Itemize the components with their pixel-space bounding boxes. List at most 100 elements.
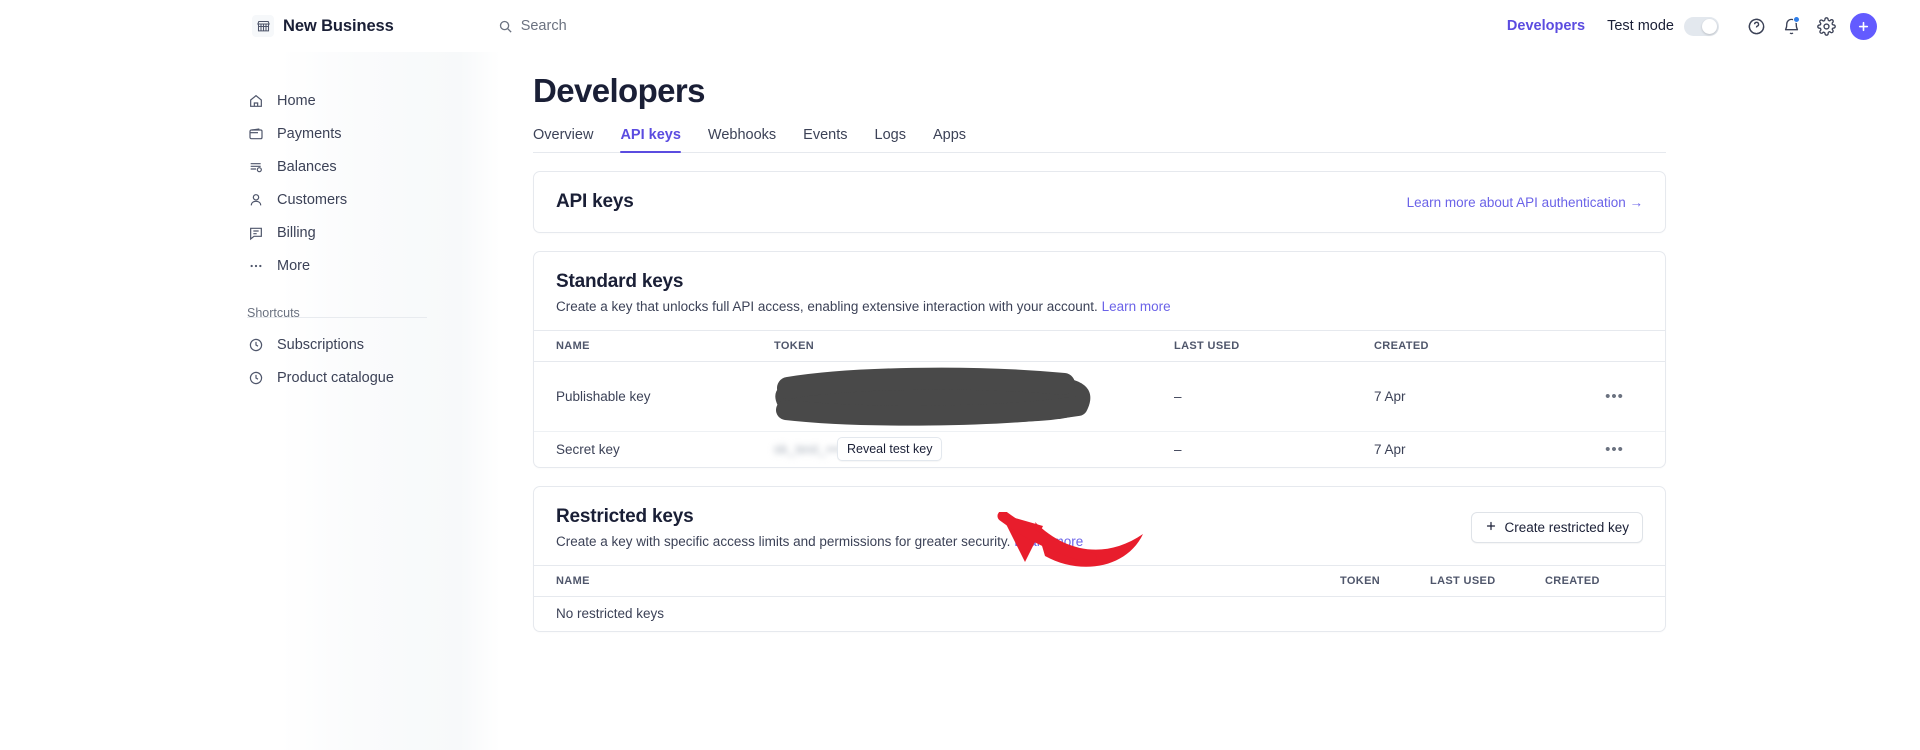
standard-keys-learn-more-link[interactable]: Learn more bbox=[1102, 299, 1171, 314]
sidebar-item-label: Billing bbox=[277, 224, 316, 241]
help-icon[interactable] bbox=[1741, 11, 1771, 41]
key-name: Publishable key bbox=[534, 361, 774, 432]
settings-icon[interactable] bbox=[1811, 11, 1841, 41]
column-header-actions bbox=[1564, 330, 1665, 362]
sidebar-item-customers[interactable]: Customers bbox=[247, 183, 427, 216]
standard-keys-title: Standard keys bbox=[556, 271, 684, 292]
standard-keys-card: Standard keys Create a key that unlocks … bbox=[533, 251, 1666, 468]
test-mode-toggle[interactable] bbox=[1684, 16, 1719, 36]
tab-apps[interactable]: Apps bbox=[933, 127, 966, 152]
top-bar: New Business Search Developers Test mode bbox=[0, 0, 1920, 52]
key-last-used: – bbox=[1174, 441, 1182, 457]
key-created: 7 Apr bbox=[1374, 361, 1564, 432]
sidebar-item-label: Product catalogue bbox=[277, 369, 394, 386]
tab-api-keys[interactable]: API keys bbox=[620, 127, 682, 153]
sidebar-shortcuts: Subscriptions Product catalogue bbox=[0, 328, 500, 394]
sidebar-item-label: Balances bbox=[277, 158, 337, 175]
sidebar-item-label: Home bbox=[277, 92, 316, 109]
row-actions-menu[interactable]: ••• bbox=[1564, 361, 1665, 432]
add-button[interactable] bbox=[1850, 12, 1877, 40]
sidebar-item-balances[interactable]: Balances bbox=[247, 150, 427, 183]
restricted-keys-description-text: Create a key with specific access limits… bbox=[556, 533, 1011, 549]
search-placeholder: Search bbox=[520, 18, 567, 34]
test-mode-label: Test mode bbox=[1607, 18, 1674, 34]
person-icon bbox=[247, 191, 265, 209]
balances-icon bbox=[247, 158, 265, 176]
sidebar-item-label: Subscriptions bbox=[277, 336, 365, 353]
sidebar-item-product-catalogue[interactable]: Product catalogue bbox=[247, 361, 427, 394]
column-header-name: NAME bbox=[534, 330, 774, 362]
create-restricted-key-button[interactable]: Create restricted key bbox=[1471, 511, 1643, 543]
black-redaction-scribble bbox=[775, 367, 1091, 426]
sidebar-item-more[interactable]: More bbox=[247, 249, 427, 282]
tab-bar: Overview API keys Webhooks Events Logs A… bbox=[533, 121, 1666, 153]
row-actions-menu[interactable]: ••• bbox=[1564, 432, 1665, 467]
column-header-last-used: LAST USED bbox=[1430, 564, 1545, 597]
developers-link[interactable]: Developers bbox=[1507, 18, 1585, 34]
column-header-last-used: LAST USED bbox=[1174, 330, 1374, 362]
page-title: Developers bbox=[533, 72, 706, 109]
sidebar-item-label: Customers bbox=[277, 191, 348, 208]
api-keys-card: API keys Learn more about API authentica… bbox=[533, 171, 1666, 233]
standard-keys-description-text: Create a key that unlocks full API acces… bbox=[556, 299, 1098, 314]
account-switcher[interactable]: New Business bbox=[247, 11, 402, 41]
toggle-knob bbox=[1702, 18, 1717, 34]
api-keys-card-header: API keys Learn more about API authentica… bbox=[534, 172, 1665, 232]
clock-icon bbox=[247, 336, 265, 354]
main-content: Developers Overview API keys Webhooks Ev… bbox=[500, 52, 1920, 750]
key-last-used: – bbox=[1174, 361, 1374, 432]
sidebar-divider bbox=[247, 317, 427, 318]
column-header-token: TOKEN bbox=[1340, 564, 1430, 597]
sidebar-item-billing[interactable]: Billing bbox=[247, 216, 427, 249]
home-icon bbox=[247, 92, 265, 110]
column-header-name: NAME bbox=[534, 564, 1340, 597]
table-row[interactable]: Secret key sk_test_•••••••••••• Reveal t… bbox=[534, 432, 1665, 467]
table-row-empty: No restricted keys bbox=[534, 596, 1665, 631]
restricted-keys-table: NAME TOKEN LAST USED CREATED No restrict… bbox=[534, 564, 1665, 632]
search-input[interactable]: Search bbox=[498, 12, 567, 40]
key-created: 7 Apr bbox=[1374, 441, 1406, 457]
key-token-hidden[interactable]: sk_test_•••••••••••• Reveal test key bbox=[774, 432, 1174, 467]
sidebar-item-home[interactable]: Home bbox=[247, 84, 427, 117]
restricted-keys-title: Restricted keys bbox=[556, 505, 694, 527]
restricted-keys-description: Create a key with specific access limits… bbox=[556, 534, 1083, 549]
standard-keys-table: NAME TOKEN LAST USED CREATED Publishable… bbox=[534, 330, 1665, 467]
sidebar: Home Payments Balances Customers Billing… bbox=[0, 52, 500, 750]
account-name: New Business bbox=[283, 16, 394, 35]
api-auth-learn-more-link[interactable]: Learn more about API authentication → bbox=[1407, 195, 1643, 210]
tab-webhooks[interactable]: Webhooks bbox=[708, 127, 776, 152]
ellipsis-icon bbox=[247, 257, 265, 275]
key-token-redacted[interactable] bbox=[774, 361, 1174, 432]
key-name: Secret key bbox=[556, 441, 620, 457]
plus-icon bbox=[1485, 520, 1497, 535]
standard-keys-header: Standard keys Create a key that unlocks … bbox=[534, 252, 1665, 330]
sidebar-nav: Home Payments Balances Customers Billing… bbox=[0, 84, 500, 282]
top-bar-actions: Developers Test mode bbox=[1507, 11, 1877, 41]
standard-keys-description: Create a key that unlocks full API acces… bbox=[556, 299, 1643, 314]
reveal-test-key-button[interactable]: Reveal test key bbox=[837, 437, 943, 462]
clock-icon bbox=[247, 369, 265, 387]
notification-badge bbox=[1793, 16, 1800, 23]
storefront-icon bbox=[252, 15, 274, 37]
tab-overview[interactable]: Overview bbox=[533, 127, 593, 152]
api-keys-title: API keys bbox=[556, 191, 634, 212]
empty-state-text: No restricted keys bbox=[556, 606, 665, 622]
table-row[interactable]: Publishable key – 7 Apr ••• bbox=[534, 361, 1665, 432]
column-header-created: CREATED bbox=[1545, 564, 1665, 597]
column-header-created: CREATED bbox=[1374, 330, 1564, 362]
table-header-row: NAME TOKEN LAST USED CREATED bbox=[534, 564, 1665, 597]
tab-logs[interactable]: Logs bbox=[875, 127, 906, 152]
tab-events[interactable]: Events bbox=[803, 127, 847, 152]
search-icon bbox=[498, 19, 513, 34]
restricted-keys-learn-more-link[interactable]: Learn more bbox=[1014, 534, 1083, 549]
billing-icon bbox=[247, 224, 265, 242]
sidebar-item-payments[interactable]: Payments bbox=[247, 117, 427, 150]
restricted-keys-card: Restricted keys Create a key with specif… bbox=[533, 485, 1666, 632]
sidebar-item-label: More bbox=[277, 257, 311, 274]
create-restricted-key-label: Create restricted key bbox=[1504, 519, 1629, 535]
notifications-icon[interactable] bbox=[1776, 11, 1806, 41]
wallet-icon bbox=[247, 125, 265, 143]
column-header-token: TOKEN bbox=[774, 330, 1174, 362]
sidebar-item-label: Payments bbox=[277, 125, 342, 142]
sidebar-item-subscriptions[interactable]: Subscriptions bbox=[247, 328, 427, 361]
